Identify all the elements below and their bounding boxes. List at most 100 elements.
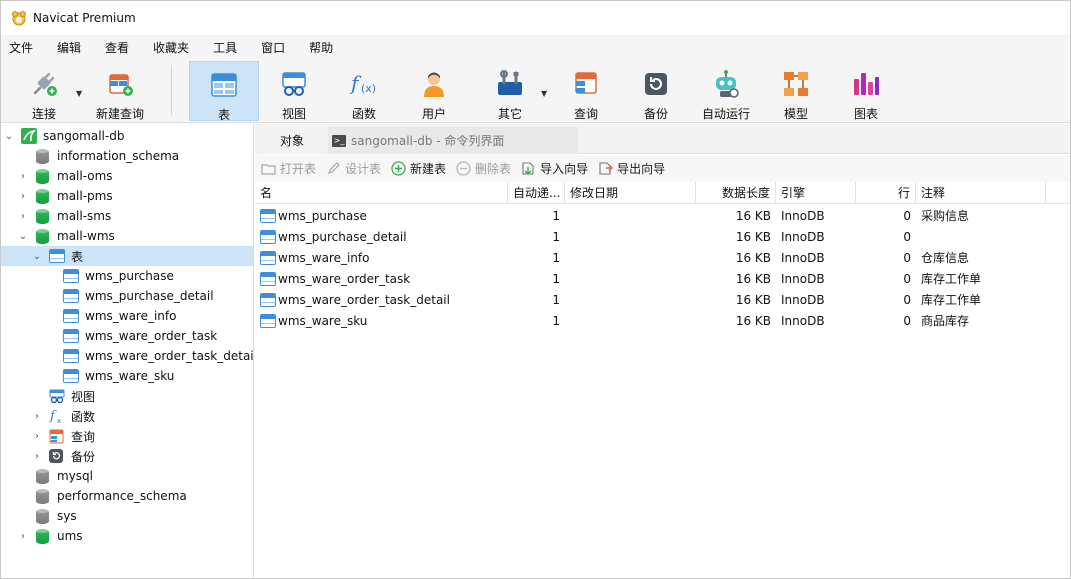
- column-header-data-length[interactable]: 数据长度: [696, 182, 776, 204]
- design-table-button[interactable]: 设计表: [326, 160, 381, 177]
- tree-folder-queries[interactable]: › 查询: [1, 426, 253, 446]
- tree-folder-functions[interactable]: › f x 函数: [1, 406, 253, 426]
- function-label: 函数: [351, 107, 376, 121]
- robot-icon: [711, 69, 741, 99]
- expand-right-icon[interactable]: ›: [18, 191, 28, 202]
- expand-right-icon[interactable]: ›: [18, 211, 28, 222]
- tree-db-mall-wms[interactable]: ⌄ mall-wms: [1, 226, 253, 246]
- table-row[interactable]: wms_purchase_detail 1 16 KB InnoDB 0: [255, 227, 1070, 248]
- model-button[interactable]: 模型: [765, 61, 827, 121]
- open-table-button[interactable]: 打开表: [261, 160, 316, 177]
- grid-header: 名 自动递... 修改日期 数据长度 引擎 行 注释: [255, 182, 1070, 204]
- tree-folder-tables[interactable]: ⌄ 表: [1, 246, 253, 266]
- delete-table-button[interactable]: 删除表: [456, 160, 511, 177]
- tab-console[interactable]: >_ sangomall-db - 命令列界面: [328, 127, 578, 154]
- column-header-engine[interactable]: 引擎: [776, 182, 856, 204]
- tree-db-mall-oms[interactable]: › mall-oms: [1, 166, 253, 186]
- cell-comment: 库存工作单: [921, 293, 982, 307]
- table-row[interactable]: wms_ware_info 1 16 KB InnoDB 0 仓库信息: [255, 248, 1070, 269]
- new-query-button[interactable]: 新建查询: [91, 61, 149, 121]
- import-wizard-button[interactable]: 导入向导: [521, 160, 588, 177]
- tree-table-item[interactable]: wms_ware_order_task: [1, 326, 253, 346]
- cell-engine: InnoDB: [781, 209, 825, 223]
- expand-right-icon[interactable]: ›: [32, 451, 42, 462]
- tree-db-ums[interactable]: › ums: [1, 526, 253, 546]
- table-button[interactable]: 表: [189, 61, 259, 122]
- menu-favorites[interactable]: 收藏夹: [153, 39, 189, 56]
- tree-table-item[interactable]: wms_purchase_detail: [1, 286, 253, 306]
- menu-edit[interactable]: 编辑: [57, 39, 81, 56]
- tree-db-information-schema[interactable]: information_schema: [1, 146, 253, 166]
- backup-button[interactable]: 备份: [625, 61, 687, 121]
- cell-rows: 0: [903, 209, 911, 223]
- cell-auto-increment: 1: [552, 272, 560, 286]
- menu-file[interactable]: 文件: [9, 39, 33, 56]
- db-label: mall-pms: [57, 189, 113, 203]
- user-icon: [419, 69, 449, 99]
- expand-right-icon[interactable]: ›: [18, 531, 28, 542]
- tree-folder-views[interactable]: 视图: [1, 386, 253, 406]
- connect-button[interactable]: 连接: [15, 61, 73, 121]
- tree-table-item[interactable]: wms_purchase: [1, 266, 253, 286]
- navigation-tree[interactable]: ⌄ sangomall-db information_schema › mall…: [1, 124, 254, 578]
- column-header-auto-increment[interactable]: 自动递...: [508, 182, 565, 204]
- tree-db-mall-sms[interactable]: › mall-sms: [1, 206, 253, 226]
- expand-right-icon[interactable]: ›: [32, 431, 42, 442]
- table-icon: [63, 369, 79, 383]
- menu-help[interactable]: 帮助: [309, 39, 333, 56]
- tree-db-mall-pms[interactable]: › mall-pms: [1, 186, 253, 206]
- user-button[interactable]: 用户: [403, 61, 465, 121]
- menu-window[interactable]: 窗口: [261, 39, 285, 56]
- table-name-label: wms_ware_order_task: [85, 329, 218, 343]
- table-row[interactable]: wms_ware_order_task 1 16 KB InnoDB 0 库存工…: [255, 269, 1070, 290]
- tree-table-item[interactable]: wms_ware_sku: [1, 366, 253, 386]
- other-dropdown-icon[interactable]: ▼: [541, 89, 547, 98]
- column-header-name[interactable]: 名: [255, 182, 508, 204]
- export-wizard-label: 导出向导: [617, 162, 666, 176]
- table-row[interactable]: wms_ware_sku 1 16 KB InnoDB 0 商品库存: [255, 311, 1070, 332]
- menu-view[interactable]: 查看: [105, 39, 129, 56]
- tree-db-performance-schema[interactable]: performance_schema: [1, 486, 253, 506]
- navicat-window: Navicat Premium 文件 编辑 查看 收藏夹 工具 窗口 帮助 连接…: [0, 0, 1071, 579]
- object-toolbar: 打开表 设计表 新建表 删除表 导入向导 导出向导: [255, 155, 1070, 182]
- folder-label: 备份: [71, 449, 96, 464]
- query-button[interactable]: 查询: [555, 61, 617, 121]
- new-query-icon: [105, 69, 135, 99]
- import-wizard-label: 导入向导: [540, 162, 589, 176]
- new-table-button[interactable]: 新建表: [391, 160, 446, 177]
- object-list-grid[interactable]: 名 自动递... 修改日期 数据长度 引擎 行 注释 wms_purchase …: [255, 182, 1070, 578]
- tree-table-item[interactable]: wms_ware_info: [1, 306, 253, 326]
- tree-folder-backups[interactable]: › 备份: [1, 446, 253, 466]
- connect-dropdown-icon[interactable]: ▼: [76, 89, 82, 98]
- svg-text:f: f: [49, 409, 57, 424]
- svg-text:(x): (x): [361, 82, 376, 95]
- column-header-comment[interactable]: 注释: [916, 182, 1046, 204]
- expand-right-icon[interactable]: ›: [32, 411, 42, 422]
- export-wizard-button[interactable]: 导出向导: [598, 160, 665, 177]
- column-header-rows[interactable]: 行: [856, 182, 916, 204]
- main-toolbar: 连接 ▼ 新建查询 表 视图 f (x) 函数 用户 其它 ▼ 查询 备份 自动…: [1, 59, 1070, 123]
- function-button[interactable]: f (x) 函数: [333, 61, 395, 121]
- tree-db-mysql[interactable]: mysql: [1, 466, 253, 486]
- view-label: 视图: [281, 107, 306, 121]
- table-icon: [63, 309, 79, 323]
- column-header-modified[interactable]: 修改日期: [565, 182, 696, 204]
- database-gray-icon: [36, 469, 49, 484]
- cell-engine: InnoDB: [781, 314, 825, 328]
- chart-button[interactable]: 图表: [835, 61, 897, 121]
- expand-down-icon[interactable]: ⌄: [18, 231, 28, 242]
- menu-tools[interactable]: 工具: [213, 39, 237, 56]
- view-button[interactable]: 视图: [263, 61, 325, 121]
- expand-down-icon[interactable]: ⌄: [4, 131, 14, 142]
- expand-right-icon[interactable]: ›: [18, 171, 28, 182]
- other-button[interactable]: 其它: [479, 61, 541, 121]
- table-row[interactable]: wms_purchase 1 16 KB InnoDB 0 采购信息: [255, 206, 1070, 227]
- tree-connection-sangomall-db[interactable]: ⌄ sangomall-db: [1, 126, 253, 146]
- table-row[interactable]: wms_ware_order_task_detail 1 16 KB InnoD…: [255, 290, 1070, 311]
- tree-db-sys[interactable]: sys: [1, 506, 253, 526]
- expand-down-icon[interactable]: ⌄: [32, 251, 42, 262]
- tab-objects[interactable]: 对象: [257, 127, 327, 154]
- tree-table-item[interactable]: wms_ware_order_task_detail: [1, 346, 253, 366]
- cell-engine: InnoDB: [781, 293, 825, 307]
- automation-button[interactable]: 自动运行: [693, 61, 759, 121]
